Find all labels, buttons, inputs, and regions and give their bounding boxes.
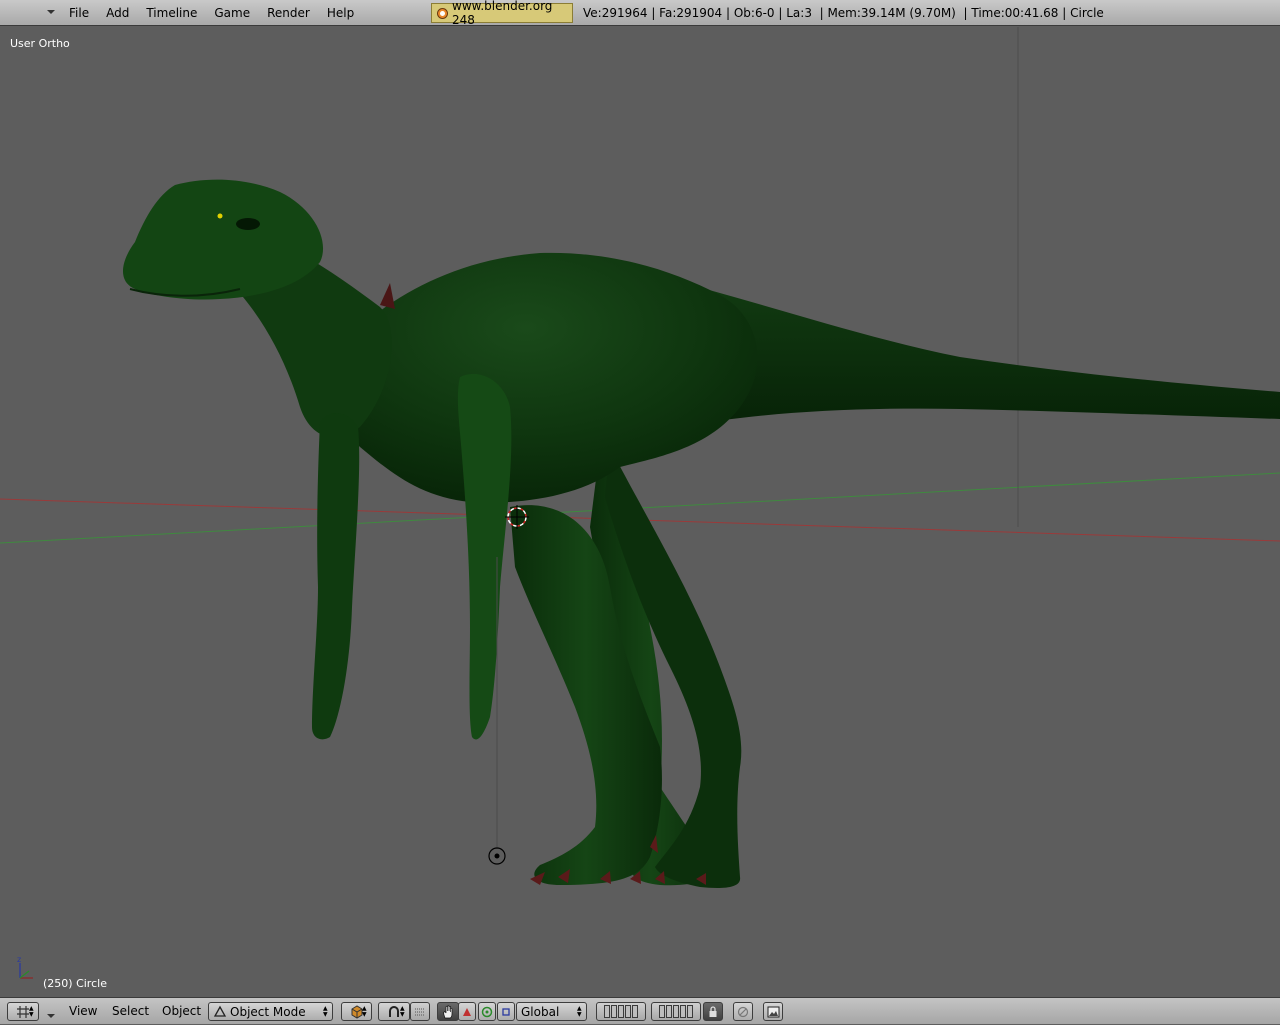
info-header: File Add Timeline Game Render Help www.b… (0, 0, 1280, 27)
pivot-button[interactable]: ▲ ▼ (378, 1002, 410, 1021)
dinosaur-body (335, 252, 758, 503)
blender-logo-icon (437, 7, 448, 19)
draw-type-button[interactable]: ▲ ▼ (341, 1002, 372, 1021)
active-object-label: (250) Circle (43, 977, 107, 990)
dinosaur-far-arm (312, 412, 360, 740)
scale-toggle[interactable] (497, 1002, 515, 1021)
menu-file[interactable]: File (61, 0, 98, 26)
lock-layer-button[interactable] (703, 1002, 723, 1021)
object-mode-icon (213, 1005, 227, 1017)
menu-help[interactable]: Help (319, 0, 363, 26)
blender-version-text: www.blender.org 248 (452, 0, 553, 27)
dinosaur-eye (236, 218, 260, 230)
chevron-down-icon[interactable] (44, 5, 58, 19)
scene-canvas[interactable]: z (0, 27, 1280, 997)
menu-render[interactable]: Render (259, 0, 319, 26)
triangle-icon (463, 1007, 471, 1016)
dots-icon (415, 1008, 425, 1015)
chevron-down-icon[interactable] (46, 1008, 56, 1022)
ipo-lock-button[interactable] (733, 1002, 753, 1021)
layer-toggle-button[interactable] (410, 1002, 430, 1021)
layer-buttons-2[interactable] (651, 1002, 701, 1021)
mode-select-value: Object Mode (230, 1004, 306, 1019)
scene-stats: Ve:291964 | Fa:291904 | Ob:6-0 | La:3 | … (583, 6, 1104, 20)
3d-viewport[interactable]: z User Ortho (250) Circle (0, 27, 1280, 997)
object-origin-dot[interactable] (217, 213, 223, 219)
layer-buttons-1[interactable] (596, 1002, 646, 1021)
blender-logo-box: www.blender.org 248 (431, 0, 573, 27)
translate-toggle[interactable] (458, 1002, 476, 1021)
lock-icon (709, 1005, 717, 1017)
layer-grid-1 (604, 1005, 638, 1018)
menu-timeline[interactable]: Timeline (138, 0, 206, 26)
ring-icon (481, 1006, 493, 1017)
no-entry-icon (737, 1006, 749, 1017)
empty-object[interactable] (488, 847, 506, 865)
menu-select[interactable]: Select (112, 998, 149, 1025)
dinosaur-near-arm (457, 373, 512, 740)
magnet-pivot-icon (389, 1005, 399, 1017)
window-type-button[interactable]: ▲ ▼ (7, 1002, 39, 1021)
menu-add[interactable]: Add (98, 0, 138, 26)
menu-object[interactable]: Object (162, 998, 201, 1025)
dinosaur-head (122, 179, 324, 300)
menu-view[interactable]: View (69, 998, 97, 1025)
layer-grid-2 (659, 1005, 693, 1018)
svg-text:z: z (17, 955, 21, 964)
render-icon (767, 1006, 779, 1017)
hand-icon (443, 1004, 453, 1018)
render-button[interactable] (763, 1002, 783, 1021)
rotate-toggle[interactable] (478, 1002, 496, 1021)
menu-game[interactable]: Game (206, 0, 259, 26)
axis-gizmo: z (17, 955, 33, 979)
manipulator-toggle[interactable] (437, 1002, 459, 1021)
orientation-value: Global (521, 1004, 560, 1019)
square-icon (502, 1007, 510, 1016)
mode-select[interactable]: Object Mode ▲ ▼ (208, 1002, 333, 1021)
3d-view-header: ▲ ▼ View Select Object Object Mode ▲ ▼ ▲ ▼ … (0, 997, 1280, 1024)
orientation-select[interactable]: Global ▲ ▼ (516, 1002, 587, 1021)
view-label: User Ortho (10, 37, 70, 50)
main-menu: File Add Timeline Game Render Help (61, 0, 363, 26)
